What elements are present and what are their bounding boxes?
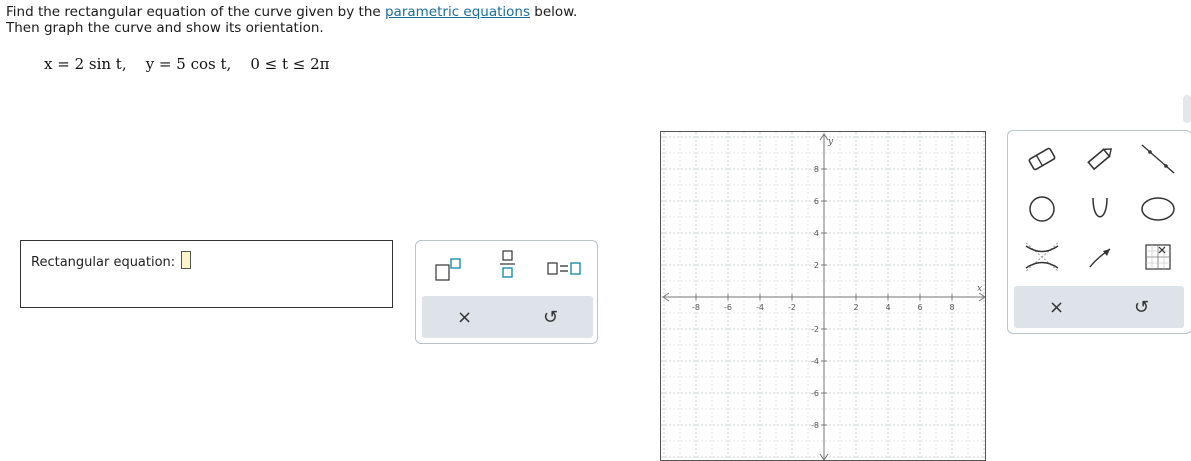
- math-palette: × ↺: [415, 240, 598, 344]
- line-segment-tool[interactable]: [1136, 139, 1180, 179]
- equation-template-button[interactable]: [544, 251, 584, 287]
- ellipse-tool[interactable]: [1136, 189, 1180, 229]
- clear-answer-button[interactable]: ×: [422, 296, 507, 338]
- prompt-text: Find the rectangular equation of the cur…: [6, 4, 385, 20]
- undo-icon: ↺: [1133, 296, 1150, 318]
- graphing-tools-palette: × ↺: [1007, 130, 1191, 334]
- circle-icon: [1029, 196, 1055, 222]
- prompt-text-end: below.: [530, 4, 578, 20]
- rectangular-equation-input[interactable]: [181, 251, 191, 269]
- coordinate-grid[interactable]: -8 -6 -4 -2 2 4 6 8 8 6 4 2 -2 -4 -6 -8 x y: [661, 132, 986, 461]
- x-tick-label: 4: [885, 303, 890, 312]
- prompt-line-1: Find the rectangular equation of the cur…: [6, 4, 577, 20]
- y-tick-label: -4: [811, 357, 819, 366]
- x-tick-label: -8: [692, 303, 700, 312]
- x-axis-label: x: [977, 284, 982, 294]
- x-tick-label: 8: [949, 303, 954, 312]
- fraction-template-button[interactable]: [488, 247, 528, 283]
- hyperbola-tool[interactable]: [1020, 237, 1064, 277]
- graph-tools-footer: × ↺: [1014, 286, 1184, 328]
- close-icon: ×: [1048, 296, 1065, 318]
- circle-tool[interactable]: [1020, 189, 1064, 229]
- ellipse-icon: [1141, 197, 1175, 221]
- rectangular-equation-label: Rectangular equation:: [31, 255, 176, 270]
- x-tick-label: -4: [756, 303, 764, 312]
- close-icon: ×: [456, 306, 473, 328]
- y-tick-label: 4: [814, 229, 819, 238]
- parametric-equations: x = 2 sin t, y = 5 cos t, 0 ≤ t ≤ 2π: [44, 55, 330, 73]
- eraser-icon: [1028, 147, 1056, 171]
- orientation-arrow-tool[interactable]: [1078, 237, 1122, 277]
- graph-area[interactable]: -8 -6 -4 -2 2 4 6 8 8 6 4 2 -2 -4 -6 -8 x y: [660, 131, 986, 461]
- x-tick-label: 2: [853, 303, 858, 312]
- reset-answer-button[interactable]: ↺: [508, 296, 593, 338]
- clear-graph-button[interactable]: ×: [1014, 286, 1099, 328]
- x-tick-label: -2: [788, 303, 796, 312]
- x-equation: x = 2 sin t,: [44, 55, 127, 73]
- line-segment-icon: [1141, 144, 1175, 174]
- pencil-icon: [1087, 148, 1113, 171]
- prompt-line-2: Then graph the curve and show its orient…: [6, 20, 324, 36]
- math-palette-footer: × ↺: [422, 296, 593, 338]
- eraser-tool[interactable]: [1020, 139, 1064, 179]
- y-tick-label: 2: [814, 261, 819, 270]
- no-solution-icon: [1145, 244, 1171, 270]
- x-tick-label: 6: [917, 303, 922, 312]
- scrollbar-handle[interactable]: [1183, 95, 1191, 123]
- t-domain: 0 ≤ t ≤ 2π: [250, 55, 330, 73]
- reset-graph-button[interactable]: ↺: [1099, 286, 1184, 328]
- y-axis-label: y: [827, 137, 834, 147]
- y-tick-label: 8: [814, 165, 819, 174]
- undo-icon: ↺: [542, 306, 559, 328]
- y-tick-label: -2: [811, 325, 819, 334]
- superscript-template-button[interactable]: [432, 251, 472, 287]
- y-tick-label: -8: [811, 421, 819, 430]
- parametric-equations-link[interactable]: parametric equations: [385, 4, 530, 20]
- parabola-tool[interactable]: [1078, 189, 1122, 229]
- parabola-icon: [1092, 197, 1108, 218]
- answer-box: Rectangular equation:: [20, 240, 393, 308]
- y-tick-label: 6: [814, 197, 819, 206]
- pencil-tool[interactable]: [1078, 139, 1122, 179]
- x-tick-label: -6: [724, 303, 732, 312]
- problem-statement: Find the rectangular equation of the cur…: [6, 4, 577, 36]
- orientation-arrow-icon: [1089, 248, 1111, 268]
- y-tick-label: -6: [811, 389, 819, 398]
- no-solution-tool[interactable]: [1136, 237, 1180, 277]
- hyperbola-icon: [1025, 242, 1059, 272]
- y-equation: y = 5 cos t,: [145, 55, 232, 73]
